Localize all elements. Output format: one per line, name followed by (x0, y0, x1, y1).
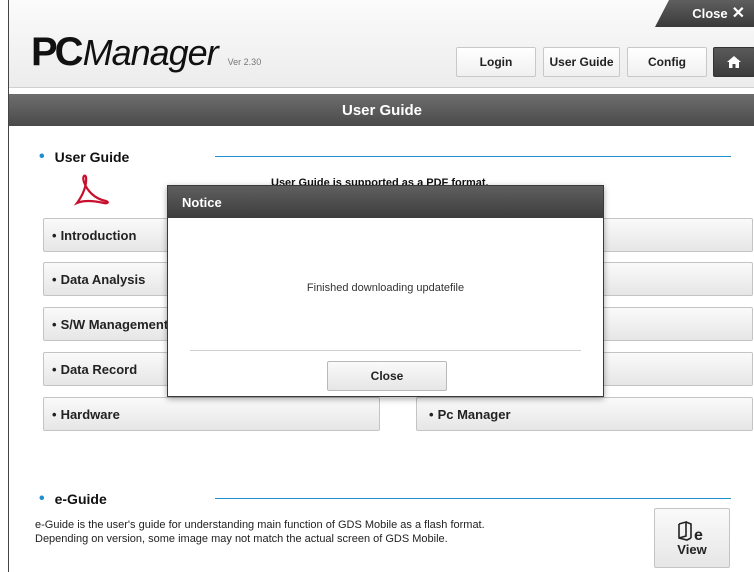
dialog-divider (190, 350, 581, 351)
config-button[interactable]: Config (627, 47, 707, 77)
logo-pc-text: PC (31, 30, 84, 74)
bullet-icon: • (52, 227, 57, 243)
guide-button-label: Hardware (60, 406, 120, 422)
bullet-icon: • (429, 406, 434, 422)
home-icon (727, 56, 741, 68)
svg-text:e: e (694, 527, 703, 542)
guide-button-label: S/W Management (60, 316, 169, 332)
close-app-button[interactable]: Close ✕ (655, 0, 754, 27)
header: Close ✕ PC Manager Ver 2.30 Login User G… (9, 0, 754, 88)
e-guide-description: e-Guide is the user's guide for understa… (35, 518, 485, 546)
version-label: Ver 2.30 (227, 57, 262, 67)
bullet-icon: • (39, 148, 45, 165)
login-button[interactable]: Login (456, 47, 536, 77)
section-divider (215, 156, 731, 157)
e-guide-line-2: Depending on version, some image may not… (35, 533, 448, 545)
user-guide-button[interactable]: User Guide (543, 47, 620, 77)
bullet-icon: • (52, 406, 57, 422)
guide-button-label: Introduction (60, 227, 137, 243)
notice-close-button[interactable]: Close (327, 361, 447, 391)
e-guide-heading: e-Guide (54, 491, 107, 507)
app-logo: PC Manager Ver 2.30 (31, 32, 261, 72)
bullet-icon: • (52, 316, 57, 332)
close-app-label: Close (692, 6, 728, 21)
user-guide-heading: User Guide (54, 149, 130, 165)
guide-button-label: Data Record (60, 361, 138, 377)
book-e-icon: e (678, 520, 703, 542)
notice-title: Notice (168, 186, 603, 218)
guide-button-label: Pc Manager (437, 406, 511, 422)
e-guide-line-1: e-Guide is the user's guide for understa… (35, 519, 485, 531)
guide-hardware-button[interactable]: • Hardware (43, 397, 380, 431)
bullet-icon: • (52, 361, 57, 377)
e-guide-section-title: • e-Guide (39, 490, 107, 508)
bullet-icon: • (52, 271, 57, 287)
close-icon: ✕ (731, 4, 745, 22)
view-label: View (677, 541, 707, 557)
guide-button-label: Data Analysis (60, 271, 146, 287)
home-button[interactable] (713, 47, 754, 77)
user-guide-section-title: • User Guide (39, 148, 129, 166)
notice-dialog: Notice Finished downloading updatefile C… (167, 185, 604, 397)
section-divider (215, 498, 731, 499)
pdf-icon (73, 174, 109, 206)
e-guide-view-button[interactable]: e View (654, 508, 730, 568)
guide-pc-manager-button[interactable]: • Pc Manager (416, 397, 753, 431)
logo-manager-text: Manager (82, 32, 219, 73)
notice-message: Finished downloading updatefile (306, 282, 465, 294)
bullet-icon: • (39, 490, 45, 507)
page-title: User Guide (9, 94, 754, 126)
